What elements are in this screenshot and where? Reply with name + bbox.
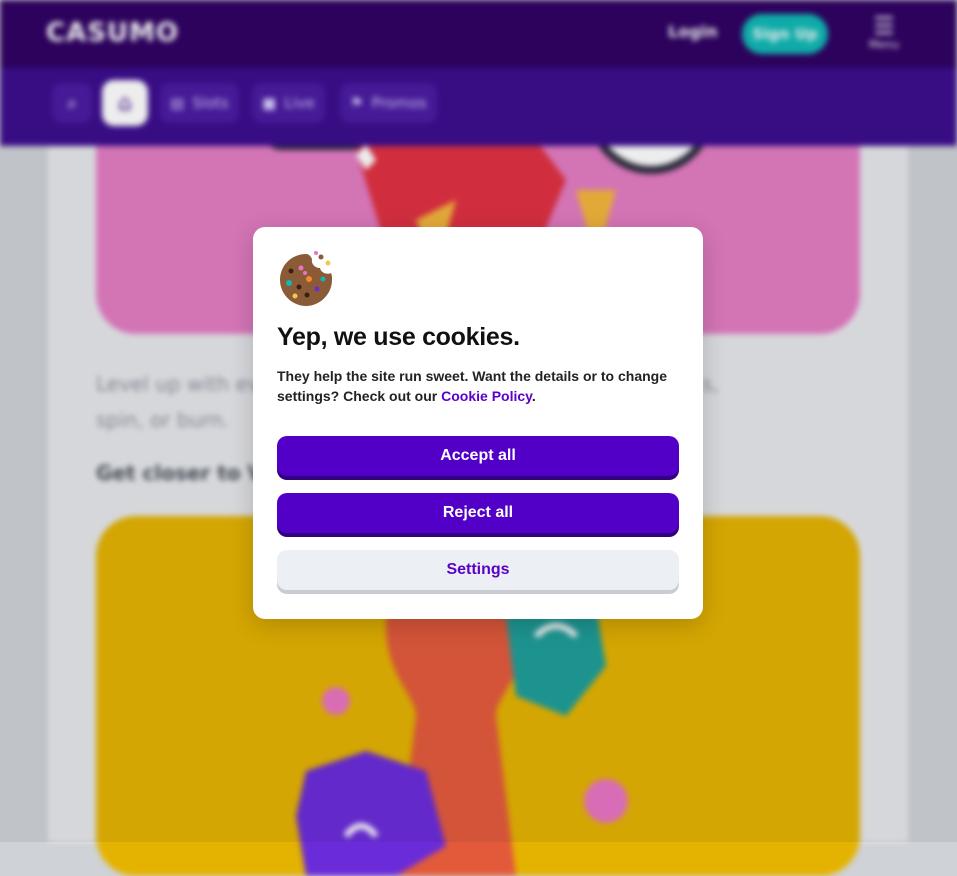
- settings-button[interactable]: Settings: [277, 550, 679, 590]
- cookie-modal-title: Yep, we use cookies.: [277, 323, 520, 351]
- cookie-modal-text-end: .: [531, 388, 536, 404]
- cookie-consent-modal: Yep, we use cookies. They help the site …: [253, 227, 703, 619]
- reject-all-button[interactable]: Reject all: [277, 493, 679, 533]
- cookie-modal-description: They help the site run sweet. Want the d…: [277, 366, 677, 406]
- accept-all-button[interactable]: Accept all: [277, 436, 679, 476]
- cookie-policy-link[interactable]: Cookie Policy: [441, 388, 532, 404]
- cookie-icon: [280, 251, 332, 306]
